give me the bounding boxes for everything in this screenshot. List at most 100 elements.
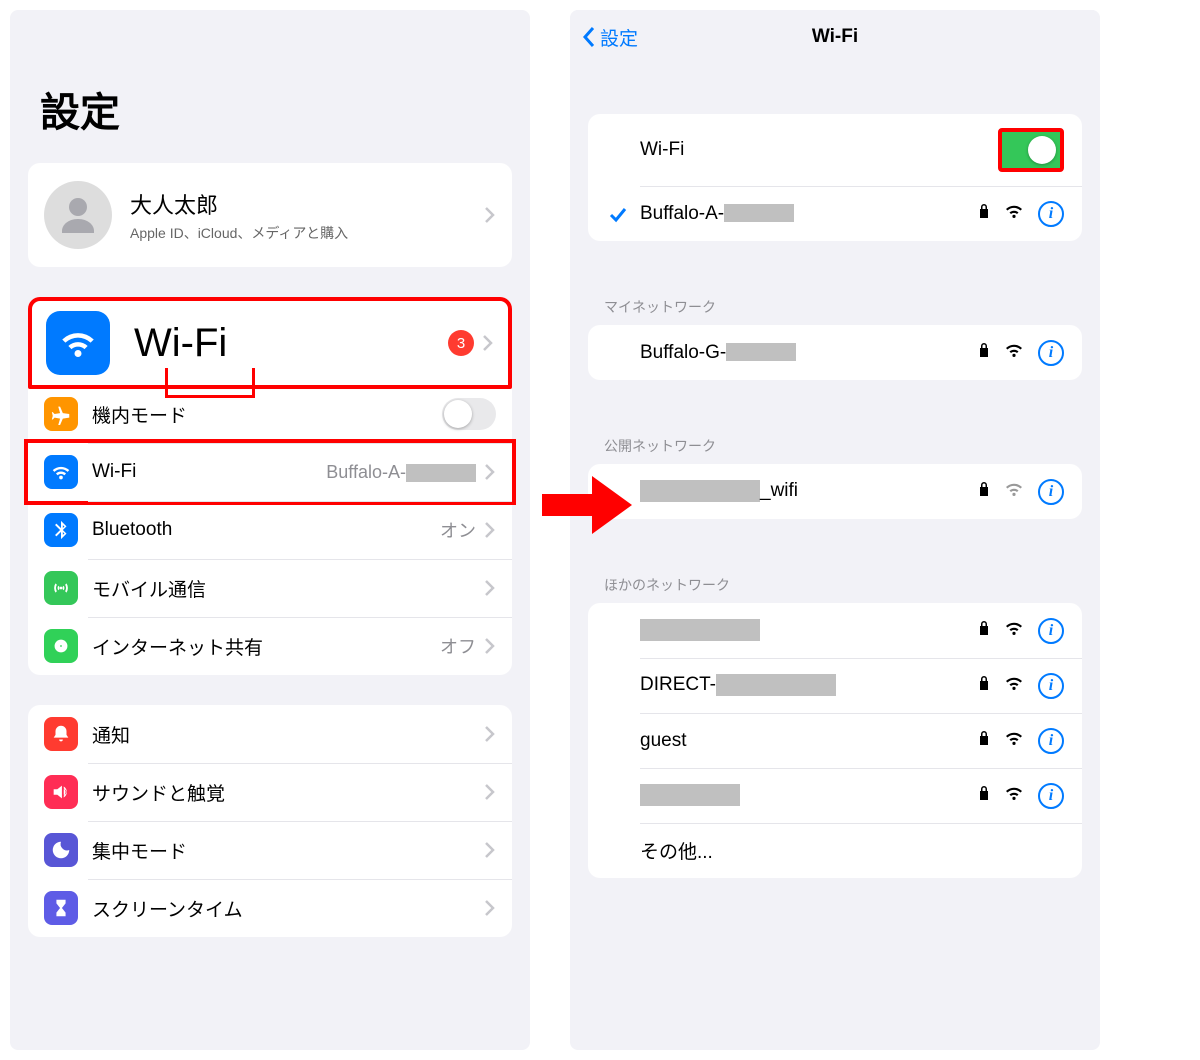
screentime-label: スクリーンタイム [92,895,476,922]
info-button[interactable]: i [1038,340,1064,366]
network-row[interactable]: _wifi i [588,464,1082,519]
chevron-right-icon [484,579,496,597]
focus-row[interactable]: 集中モード [28,821,512,879]
wifi-signal-icon [1004,675,1024,696]
other-network-row[interactable]: その他... [588,823,1082,878]
back-label: 設定 [600,24,638,51]
wifi-toggle-group: Wi-Fi Buffalo-A- i [588,114,1082,241]
hotspot-row[interactable]: インターネット共有 オフ [28,617,512,675]
airplane-icon [44,397,78,431]
wifi-settings-screen: 設定 Wi-Fi Wi-Fi Buffalo-A- i マイネットワーク [570,10,1100,1050]
wifi-toggle[interactable] [998,128,1064,172]
cellular-icon [44,571,78,605]
hotspot-icon [44,629,78,663]
cellular-label: モバイル通信 [92,575,476,602]
wifi-highlight-label: Wi-Fi [134,321,442,366]
connected-network-row[interactable]: Buffalo-A- i [588,186,1082,241]
hotspot-label: インターネット共有 [92,633,440,660]
wifi-signal-icon [1004,481,1024,502]
lock-icon [978,620,990,641]
lock-icon [978,203,990,224]
bell-icon [44,717,78,751]
chevron-right-icon [484,637,496,655]
network-name [640,784,978,806]
bluetooth-icon [44,513,78,547]
wifi-row[interactable]: Wi-Fi Buffalo-A- [24,439,516,505]
bluetooth-label: Bluetooth [92,519,440,541]
wifi-highlight-row[interactable]: Wi-Fi 3 [28,297,512,389]
other-networks-header: ほかのネットワーク [570,549,1100,603]
network-row[interactable]: Buffalo-G- i [588,325,1082,380]
other-network-label: その他... [640,837,1064,864]
airplane-label: 機内モード [92,401,442,428]
chevron-right-icon [484,783,496,801]
network-row[interactable]: guest i [588,713,1082,768]
speaker-icon [44,775,78,809]
notification-badge: 3 [448,330,474,356]
airplane-mode-row[interactable]: 機内モード [28,385,512,443]
info-button[interactable]: i [1038,479,1064,505]
page-title: 設定 [10,10,530,163]
profile-name: 大人太郎 [130,188,476,220]
general-group: 通知 サウンドと触覚 集中モード スクリーンタイム [28,705,512,937]
settings-screen: 設定 大人太郎 Apple ID、iCloud、メディアと購入 Wi-Fi 3 [10,10,530,1050]
wifi-toggle-label: Wi-Fi [640,139,998,161]
lock-icon [978,481,990,502]
info-button[interactable]: i [1038,783,1064,809]
profile-subtitle: Apple ID、iCloud、メディアと購入 [130,223,476,243]
lock-icon [978,730,990,751]
lock-icon [978,675,990,696]
lock-icon [978,785,990,806]
cellular-row[interactable]: モバイル通信 [28,559,512,617]
wifi-signal-icon [1004,203,1024,224]
arrow-annotation [542,470,632,540]
wifi-icon [44,455,78,489]
back-button[interactable]: 設定 [582,24,638,51]
network-name: Buffalo-G- [640,342,978,364]
focus-label: 集中モード [92,837,476,864]
chevron-right-icon [482,334,494,352]
public-networks-header: 公開ネットワーク [570,410,1100,464]
network-name [640,619,978,641]
network-row[interactable]: i [588,768,1082,823]
chevron-right-icon [484,725,496,743]
lock-icon [978,342,990,363]
info-button[interactable]: i [1038,728,1064,754]
my-networks-group: Buffalo-G- i [588,325,1082,380]
airplane-toggle[interactable] [442,398,496,430]
chevron-right-icon [484,206,496,224]
info-button[interactable]: i [1038,201,1064,227]
bluetooth-value: オン [440,517,476,543]
wifi-toggle-row: Wi-Fi [588,114,1082,186]
annotation-connector [165,368,255,398]
wifi-icon [46,311,110,375]
info-button[interactable]: i [1038,673,1064,699]
wifi-signal-icon [1004,620,1024,641]
public-networks-group: _wifi i [588,464,1082,519]
notifications-row[interactable]: 通知 [28,705,512,763]
hourglass-icon [44,891,78,925]
wifi-value: Buffalo-A- [326,462,476,483]
avatar-icon [44,181,112,249]
network-row[interactable]: DIRECT- i [588,658,1082,713]
network-row[interactable]: i [588,603,1082,658]
network-name: DIRECT- [640,674,978,696]
screentime-row[interactable]: スクリーンタイム [28,879,512,937]
wifi-signal-icon [1004,785,1024,806]
profile-row[interactable]: 大人太郎 Apple ID、iCloud、メディアと購入 [28,163,512,267]
sound-label: サウンドと触覚 [92,779,476,806]
hotspot-value: オフ [440,633,476,659]
moon-icon [44,833,78,867]
nav-title: Wi-Fi [812,26,858,48]
sound-row[interactable]: サウンドと触覚 [28,763,512,821]
wifi-signal-icon [1004,342,1024,363]
bluetooth-row[interactable]: Bluetooth オン [28,501,512,559]
other-networks-group: i DIRECT- i guest i [588,603,1082,878]
info-button[interactable]: i [1038,618,1064,644]
chevron-right-icon [484,899,496,917]
connectivity-group: 機内モード Wi-Fi Buffalo-A- Bluetooth オン モバイル… [28,385,512,675]
wifi-signal-icon [1004,730,1024,751]
chevron-right-icon [484,463,496,481]
my-networks-header: マイネットワーク [570,271,1100,325]
chevron-right-icon [484,521,496,539]
